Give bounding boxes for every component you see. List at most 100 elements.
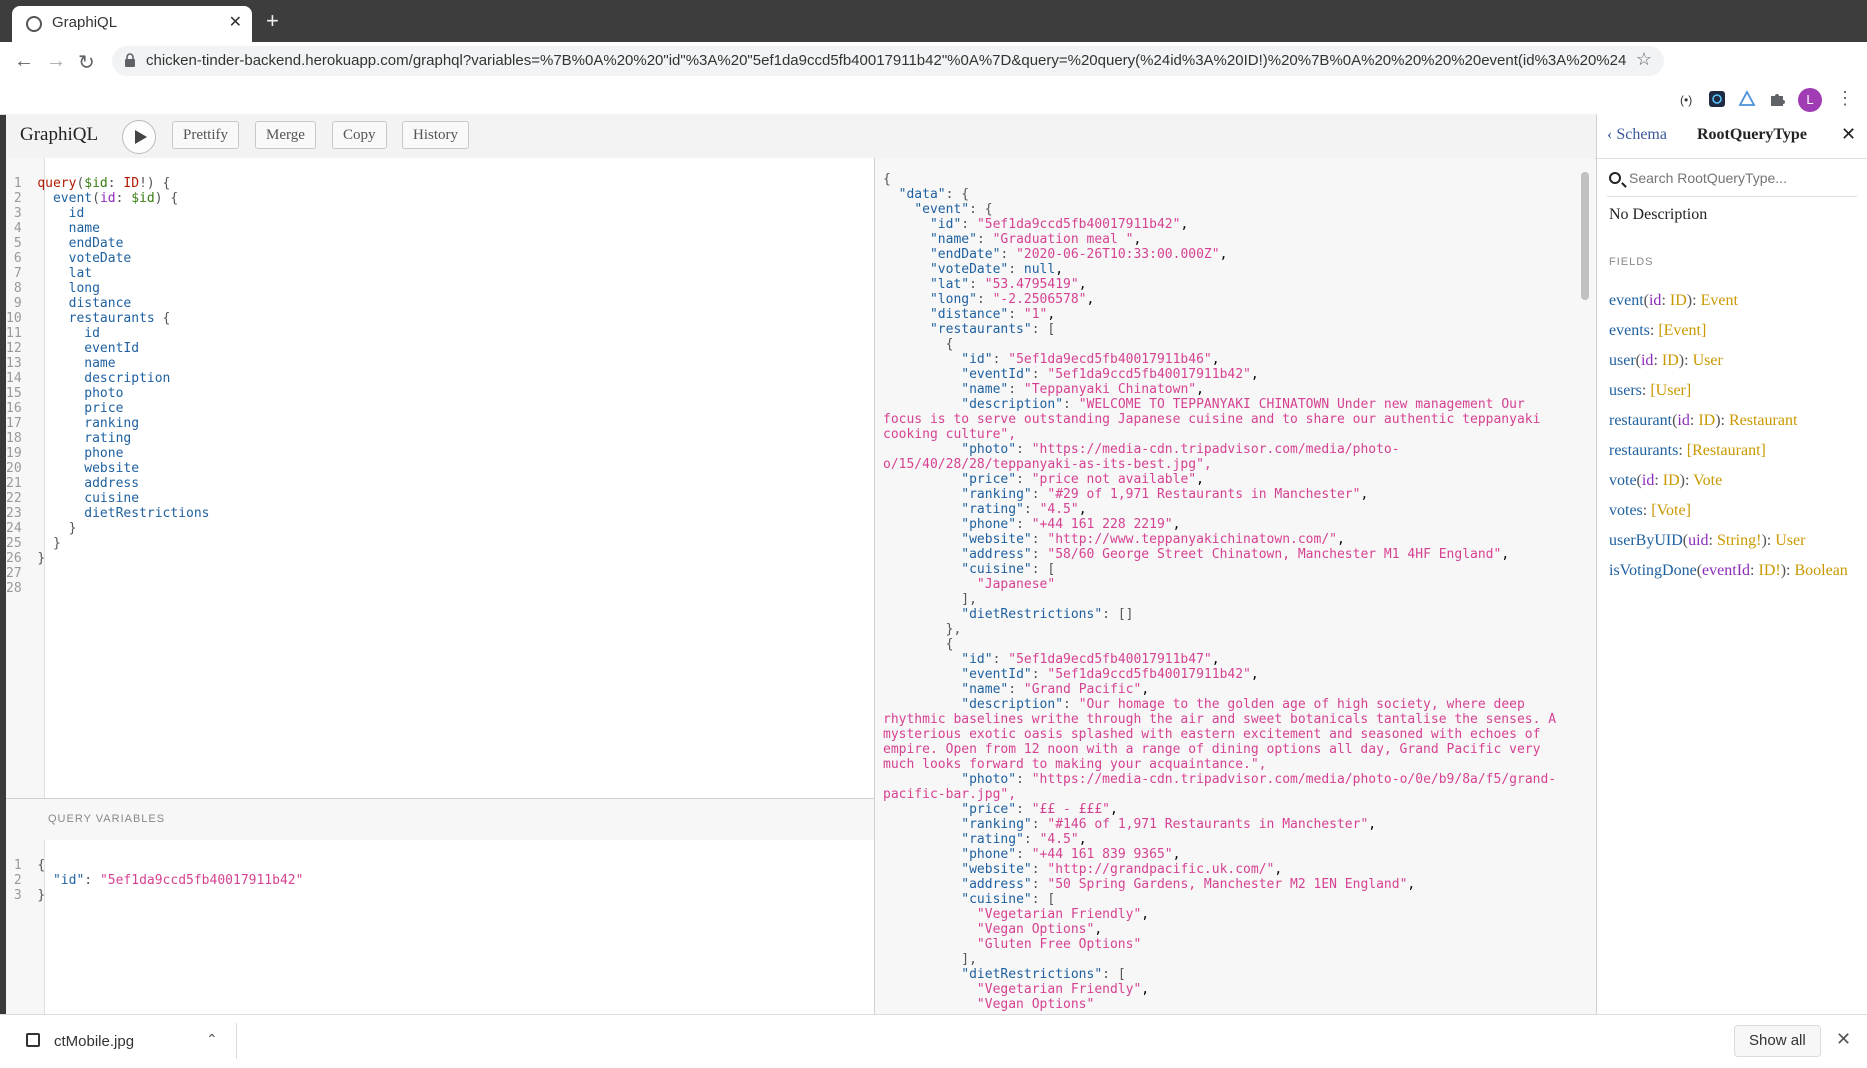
- field-type[interactable]: User: [1775, 532, 1805, 549]
- back-icon[interactable]: ←: [14, 50, 34, 73]
- code-line: address: [84, 476, 140, 491]
- scrollbar[interactable]: [1581, 164, 1589, 1004]
- docs-field-item[interactable]: events: [Event]: [1609, 322, 1859, 352]
- variables-code[interactable]: 1 { 2 "id": "5ef1da9ccd5fb40017911b42" 3…: [6, 858, 304, 903]
- code-line: restaurants {: [68, 311, 171, 326]
- prettify-button[interactable]: Prettify: [172, 121, 239, 149]
- docs-field-item[interactable]: restaurant(id: ID): Restaurant: [1609, 412, 1859, 442]
- docs-field-item[interactable]: event(id: ID): Event: [1609, 292, 1859, 322]
- result-line: "name": "Teppanyaki Chinatown",: [961, 382, 1204, 397]
- profile-avatar[interactable]: L: [1798, 88, 1822, 112]
- url-text: chicken-tinder-backend.herokuapp.com/gra…: [146, 52, 1626, 69]
- docs-field-item[interactable]: userByUID(uid: String!): User: [1609, 532, 1859, 562]
- field-type[interactable]: [Restaurant]: [1687, 442, 1766, 459]
- line-number: 14: [6, 371, 22, 386]
- docs-field-item[interactable]: users: [User]: [1609, 382, 1859, 412]
- field-type[interactable]: [User]: [1650, 382, 1691, 399]
- scrollbar-thumb[interactable]: [1581, 172, 1589, 300]
- field-name[interactable]: restaurant: [1609, 412, 1672, 429]
- arg-name: id: [1648, 292, 1662, 309]
- result-line: rhythmic baselines writhe through the ai…: [883, 712, 1557, 727]
- result-pane[interactable]: { "data": { "event": { "id": "5ef1da9ccd…: [875, 158, 1595, 1014]
- result-line: "eventId": "5ef1da9ccd5fb40017911b42",: [961, 367, 1259, 382]
- result-line: {: [883, 637, 954, 652]
- field-type[interactable]: User: [1693, 352, 1723, 369]
- code-line: phone: [84, 446, 124, 461]
- docs-field-item[interactable]: isVotingDone(eventId: ID!): Boolean: [1609, 562, 1859, 592]
- close-icon[interactable]: ✕: [1836, 1029, 1851, 1050]
- puzzle-icon[interactable]: [1768, 90, 1786, 108]
- line-number: 22: [6, 491, 22, 506]
- field-type[interactable]: Restaurant: [1729, 412, 1797, 429]
- extension-icon[interactable]: (•): [1678, 90, 1696, 108]
- result-line: "website": "http://grandpacific.uk.com/"…: [961, 862, 1283, 877]
- field-name[interactable]: vote: [1609, 472, 1637, 489]
- result-line: "Vegetarian Friendly",: [976, 907, 1150, 922]
- docs-field-item[interactable]: user(id: ID): User: [1609, 352, 1859, 382]
- merge-button[interactable]: Merge: [255, 121, 316, 149]
- forward-icon[interactable]: →: [46, 50, 66, 73]
- star-icon[interactable]: ☆: [1636, 49, 1652, 70]
- line-number: 10: [6, 311, 22, 326]
- docs-field-item[interactable]: votes: [Vote]: [1609, 502, 1859, 532]
- extension-icon[interactable]: [1708, 90, 1726, 108]
- arg-type[interactable]: ID: [1698, 412, 1715, 429]
- field-name[interactable]: user: [1609, 352, 1636, 369]
- docs-field-item[interactable]: restaurants: [Restaurant]: [1609, 442, 1859, 472]
- copy-button[interactable]: Copy: [332, 121, 387, 149]
- address-bar[interactable]: chicken-tinder-backend.herokuapp.com/gra…: [112, 46, 1664, 76]
- result-line: "name": "Grand Pacific",: [961, 682, 1150, 697]
- arg-type[interactable]: ID: [1662, 352, 1679, 369]
- code-line: voteDate: [68, 251, 132, 266]
- result-line: "description": "WELCOME TO TEPPANYAKI CH…: [961, 397, 1525, 412]
- field-type[interactable]: [Vote]: [1651, 502, 1691, 519]
- line-number: 28: [6, 581, 22, 596]
- docs-header: ‹ Schema RootQueryType ✕: [1597, 114, 1867, 159]
- tab-strip: GraphiQL ✕ +: [0, 0, 1867, 42]
- tab-graphiql[interactable]: GraphiQL ✕: [12, 6, 252, 42]
- arg-type[interactable]: ID: [1670, 292, 1687, 309]
- more-menu-icon[interactable]: ⋮: [1836, 88, 1854, 109]
- show-all-button[interactable]: Show all: [1734, 1025, 1821, 1057]
- arg-type[interactable]: ID: [1663, 472, 1680, 489]
- arg-type[interactable]: String!: [1717, 532, 1761, 549]
- execute-query-button[interactable]: [122, 120, 156, 154]
- variables-editor[interactable]: 1 { 2 "id": "5ef1da9ccd5fb40017911b42" 3…: [6, 840, 874, 1014]
- history-button[interactable]: History: [402, 121, 469, 149]
- field-name[interactable]: users: [1609, 382, 1642, 399]
- arg-type[interactable]: ID!: [1758, 562, 1780, 579]
- result-line: "description": "Our homage to the golden…: [961, 697, 1525, 712]
- docs-back-button[interactable]: ‹ Schema: [1607, 126, 1667, 144]
- field-name[interactable]: events: [1609, 322, 1650, 339]
- query-code[interactable]: 1 query($id: ID!) { 2 event(id: $id) { 3…: [6, 176, 210, 596]
- result-line: "id": "5ef1da9ccd5fb40017911b42",: [929, 217, 1189, 232]
- docs-field-item[interactable]: vote(id: ID): Vote: [1609, 472, 1859, 502]
- field-name[interactable]: userByUID: [1609, 532, 1683, 549]
- docs-search-input[interactable]: [1627, 169, 1851, 187]
- result-line: much looks forward to making your acquai…: [883, 757, 1267, 772]
- close-icon[interactable]: ✕: [229, 12, 242, 32]
- result-line: "event": {: [914, 202, 993, 217]
- result-line: "restaurants": [: [929, 322, 1056, 337]
- download-item[interactable]: ctMobile.jpg ⌃: [16, 1023, 237, 1059]
- query-variables-title: QUERY VARIABLES: [48, 813, 166, 825]
- line-number: 1: [6, 858, 22, 873]
- triangle-icon[interactable]: [1738, 90, 1756, 108]
- field-name[interactable]: votes: [1609, 502, 1643, 519]
- new-tab-button[interactable]: +: [266, 8, 279, 34]
- query-editor[interactable]: 1 query($id: ID!) { 2 event(id: $id) { 3…: [6, 158, 875, 1014]
- field-name[interactable]: isVotingDone: [1609, 562, 1697, 579]
- svg-text:(•): (•): [1680, 93, 1692, 107]
- reload-icon[interactable]: ↻: [78, 50, 95, 75]
- field-name[interactable]: restaurants: [1609, 442, 1678, 459]
- field-type[interactable]: Event: [1701, 292, 1738, 309]
- field-type[interactable]: [Event]: [1658, 322, 1706, 339]
- field-type[interactable]: Vote: [1693, 472, 1722, 489]
- field-type[interactable]: Boolean: [1794, 562, 1847, 579]
- line-number: 1: [6, 176, 22, 191]
- chevron-up-icon[interactable]: ⌃: [206, 1031, 218, 1048]
- query-variables-header[interactable]: QUERY VARIABLES: [6, 798, 874, 842]
- field-name[interactable]: event: [1609, 292, 1644, 309]
- close-icon[interactable]: ✕: [1841, 124, 1856, 145]
- line-number: 24: [6, 521, 22, 536]
